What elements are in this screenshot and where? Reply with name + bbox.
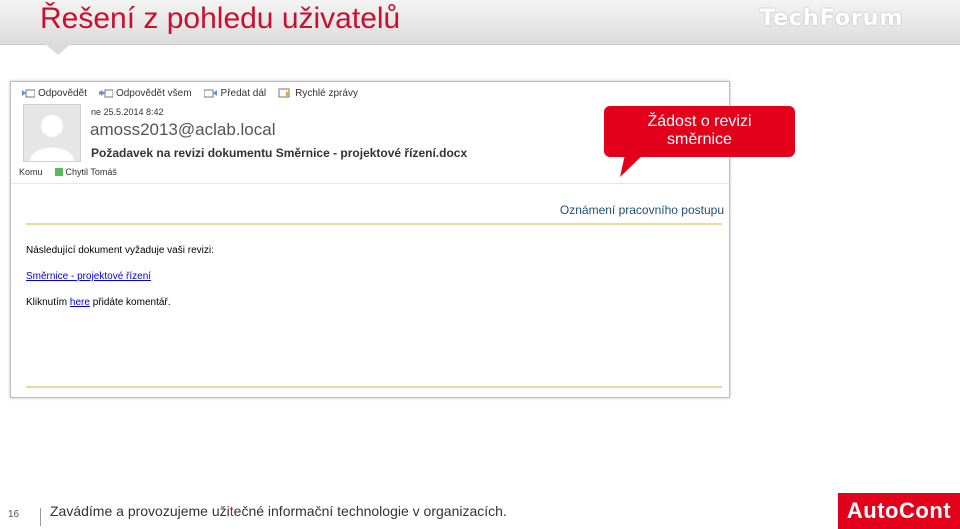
reply-label: Odpovědět <box>38 88 87 99</box>
forward-icon <box>203 89 217 98</box>
title-bar-notch <box>45 44 71 55</box>
reply-icon <box>22 89 35 98</box>
forward-label: Předat dál <box>220 88 267 99</box>
comment-line: Kliknutím here přidáte komentář. <box>26 297 171 308</box>
sender-avatar <box>23 104 81 162</box>
email-sender: amoss2013@aclab.local <box>90 120 276 139</box>
reply-all-label: Odpovědět všem <box>115 88 192 99</box>
autocont-logo: AutoCont <box>838 493 960 529</box>
email-toolbar: Odpovědět Odpovědět všem Předat dál Rych… <box>21 88 358 99</box>
techforum-logo: TechForum <box>760 6 904 31</box>
callout-line2: směrnice <box>667 131 732 148</box>
callout-line1: Žádost o revizi <box>647 113 752 130</box>
quick-steps-icon <box>278 88 291 98</box>
divider-bottom <box>26 386 722 388</box>
comment-prefix: Kliknutím <box>26 297 68 308</box>
reply-all-icon <box>98 89 113 98</box>
email-subject: Požadavek na revizi dokumentu Směrnice -… <box>91 146 468 160</box>
reply-button[interactable]: Odpovědět <box>21 88 87 99</box>
header-separator <box>11 183 729 184</box>
quick-steps-label: Rychlé zprávy <box>295 88 358 99</box>
presence-status-icon <box>54 168 63 176</box>
reply-all-button[interactable]: Odpovědět všem <box>98 88 192 99</box>
footer-text-before: Zavádíme a provozujeme uži <box>50 503 230 519</box>
callout-bubble: Žádost o revizi směrnice <box>604 106 795 157</box>
document-link-line: Směrnice - projektové řízení <box>26 271 151 282</box>
email-date: ne 25.5.2014 8:42 <box>91 107 164 117</box>
comment-suffix: přidáte komentář. <box>92 297 171 308</box>
footer-tagline: Zavádíme a provozujeme užitečné informač… <box>50 503 507 519</box>
to-row: Komu Chytil Tomáš <box>19 167 117 177</box>
slide-number: 16 <box>8 509 20 520</box>
recipient-name[interactable]: Chytil Tomáš <box>66 167 117 177</box>
forward-button[interactable]: Předat dál <box>203 88 267 99</box>
workflow-announcement: Oznámení pracovního postupu <box>559 203 724 217</box>
slide-title: Řešení z pohledu uživatelů <box>40 2 401 35</box>
divider-top <box>26 223 722 225</box>
quick-steps-button[interactable]: Rychlé zprávy <box>278 88 358 99</box>
body-intro: Následující dokument vyžaduje vaši reviz… <box>26 245 214 256</box>
to-label: Komu <box>19 167 43 177</box>
document-link[interactable]: Směrnice - projektové řízení <box>26 271 151 282</box>
person-silhouette-icon <box>30 115 74 161</box>
footer-text-after: ečné informační technologie v organizací… <box>233 503 507 519</box>
footer-divider <box>40 508 41 526</box>
comment-here-link[interactable]: here <box>70 297 90 308</box>
